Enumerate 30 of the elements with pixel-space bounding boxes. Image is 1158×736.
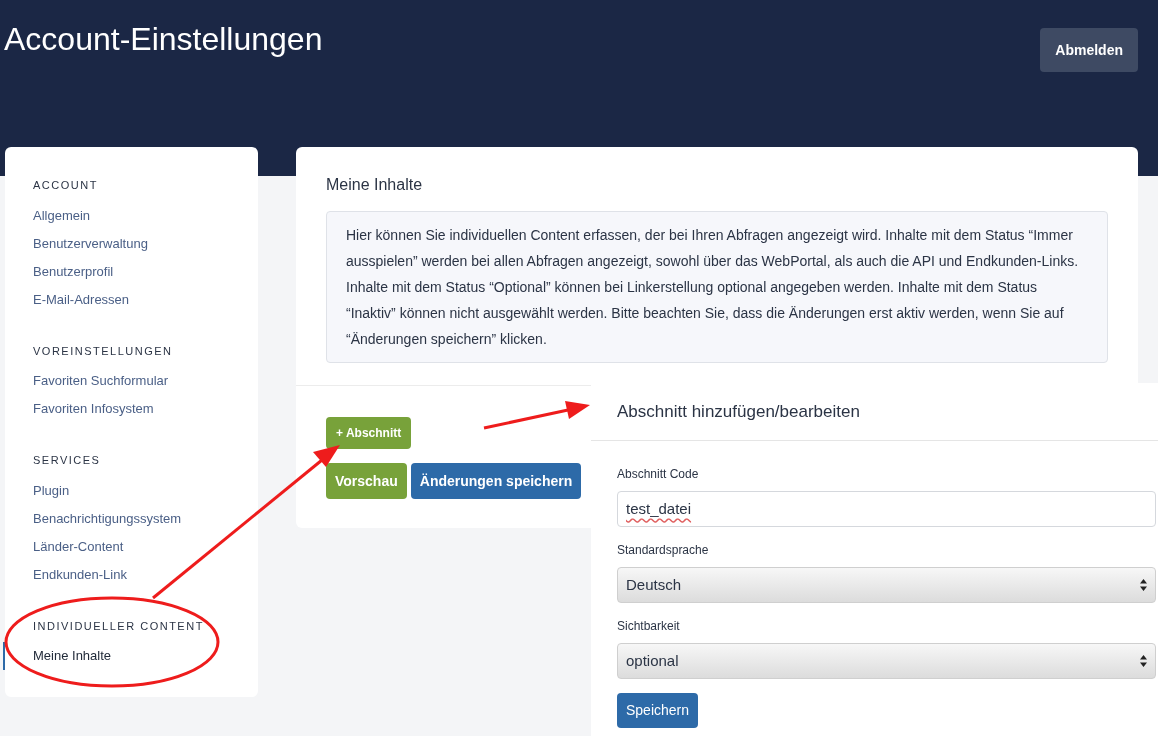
sidebar-item[interactable]: Plugin	[3, 476, 258, 505]
sidebar-item[interactable]: Favoriten Suchformular	[3, 367, 258, 395]
up-down-caret-icon	[1140, 655, 1147, 667]
select-field[interactable]: Deutsch	[617, 567, 1156, 603]
panel-title: Abschnitt hinzufügen/bearbeiten	[591, 383, 1158, 441]
sidebar-item[interactable]: Länder-Content	[3, 532, 258, 561]
sidebar-item[interactable]: Benutzerprofil	[3, 257, 258, 286]
sidebar-item[interactable]: Benutzerverwaltung	[3, 229, 258, 258]
save-changes-button[interactable]: Änderungen speichern	[410, 463, 582, 499]
sidebar-item[interactable]: Favoriten Infosystem	[3, 395, 258, 423]
sidebar-item[interactable]: Benachrichtigungssystem	[3, 504, 258, 533]
code-input-field[interactable]: test_datei	[617, 491, 1156, 527]
field-label: Sichtbarkeit	[617, 618, 681, 635]
info-text: Hier können Sie individuellen Content erfassen, der bei Ihren Abfragen angezeigt wird. Inhalte mit dem Status “Immer ausspielen” werden bei allen Abfragen angezeigt, sowohl über das WebPortal, als auch die API und Endkunden-Links. Inhalte mit dem Status “Optional” können bei Linkerstellung optional angegeben werden. Inhalte mit dem Status “Inaktiv” können nicht ausgewählt werden. Bitte beachten Sie, dass die Änderungen erst aktiv werden, wenn Sie auf “Änderungen speichern” klicken.	[326, 211, 1108, 363]
field-label: Standardsprache	[617, 542, 710, 559]
section-title: Meine Inhalte	[326, 175, 424, 195]
logout-button[interactable]: Abmelden	[1040, 28, 1138, 72]
page-title: Account-Einstellungen	[4, 20, 323, 58]
field-label: Abschnitt Code	[617, 466, 700, 483]
select-field[interactable]: optional	[617, 643, 1156, 679]
sidebar-heading: INDIVIDUELLER CONTENT	[32, 618, 205, 634]
save-button[interactable]: Speichern	[617, 693, 699, 728]
sidebar-heading: ACCOUNT	[32, 178, 99, 193]
sidebar-item[interactable]: Meine Inhalte	[3, 642, 258, 670]
sidebar-item[interactable]: Allgemein	[3, 201, 258, 230]
sidebar-heading: SERVICES	[32, 453, 102, 468]
up-down-caret-icon	[1140, 579, 1147, 591]
sidebar-item[interactable]: Endkunden-Link	[3, 560, 258, 589]
sidebar-heading: VOREINSTELLUNGEN	[32, 343, 174, 359]
sidebar-item[interactable]: E-Mail-Adressen	[3, 285, 258, 314]
